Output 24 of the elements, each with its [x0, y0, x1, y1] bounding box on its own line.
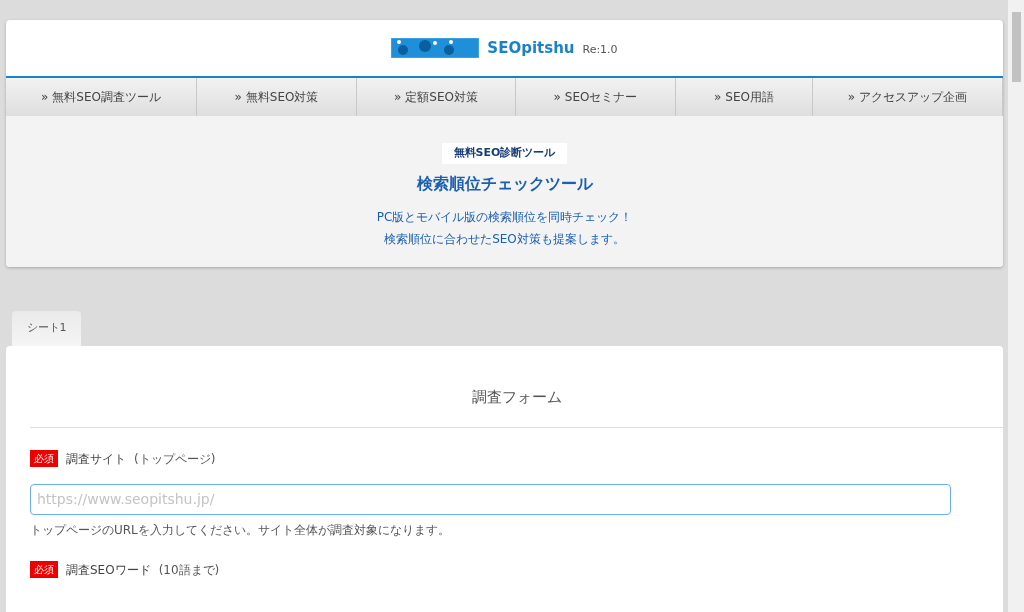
- hero-text: PC版とモバイル版の検索順位を同時チェック！: [376, 208, 633, 226]
- version-label: Re:1.0: [582, 41, 618, 58]
- sheet-tab[interactable]: シート1: [12, 311, 81, 346]
- help-text: トップページのURLを入力してください。サイト全体が調査対象になります。: [30, 521, 451, 539]
- logo-icon: [391, 38, 480, 58]
- nav-link[interactable]: » SEO用語: [676, 78, 813, 116]
- field-label: 調査サイト: [66, 450, 126, 468]
- required-badge: 必須: [30, 561, 58, 578]
- required-badge: 必須: [30, 450, 58, 467]
- hero-text: 検索順位に合わせたSEO対策も提案します。: [384, 230, 625, 248]
- nav-link[interactable]: » 無料SEO対策: [197, 78, 357, 116]
- field-note: (10語まで): [158, 561, 220, 579]
- logo-text[interactable]: SEOpitshu: [487, 36, 575, 60]
- form-title: 調査フォーム: [30, 346, 1003, 428]
- nav-link[interactable]: » アクセスアップ企画: [813, 78, 1003, 116]
- hero-badge: 無料SEO診断ツール: [441, 143, 568, 164]
- nav-link[interactable]: » 無料SEO調査ツール: [6, 78, 197, 116]
- nav-link[interactable]: » SEOセミナー: [516, 78, 676, 116]
- field-label: 調査SEOワード: [66, 561, 151, 579]
- hero-title: 検索順位チェックツール: [416, 172, 593, 195]
- scrollbar[interactable]: [1008, 0, 1024, 612]
- field-note: (トップページ): [134, 450, 216, 468]
- url-field[interactable]: https://www.seopitshu.jp/: [30, 483, 951, 515]
- nav-link[interactable]: » 定額SEO対策: [357, 78, 516, 116]
